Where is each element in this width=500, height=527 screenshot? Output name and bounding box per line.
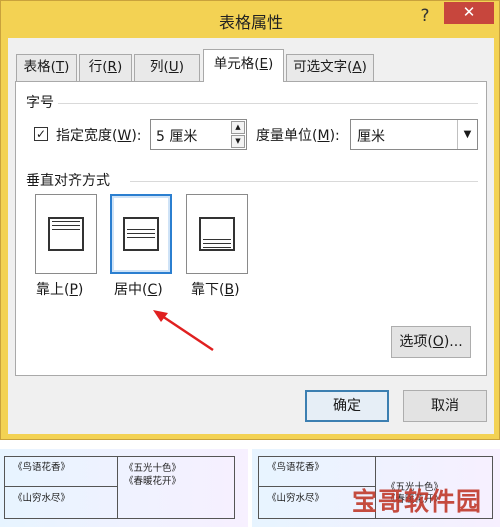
watermark-text: 宝哥软件园 [352, 487, 483, 516]
tab-row[interactable]: 行(R) [79, 54, 132, 81]
table-cell: 《山穷水尽》 [4, 486, 118, 519]
tab-alt-text[interactable]: 可选文字(A) [286, 54, 374, 81]
tab-column[interactable]: 列(U) [134, 54, 200, 81]
tab-cell-key: E [259, 56, 269, 72]
title-bar: 表格属性 ? ✕ [1, 1, 500, 38]
cell-text: 《鸟语花香》 [267, 462, 325, 473]
tab-table-key: T [55, 59, 65, 75]
options-text: 选项 [399, 334, 428, 350]
cancel-button[interactable]: 取消 [403, 390, 487, 422]
help-button[interactable]: ? [413, 5, 437, 27]
tab-column-label: 列 [150, 59, 164, 75]
cell-text: 《春暖花开》 [124, 476, 182, 487]
options-ellipsis: ... [449, 334, 463, 350]
table-properties-dialog: 表格属性 ? ✕ 表格(T) 行(R) 列(U) 单元格(E) 可选文字(A) … [0, 0, 500, 440]
watermark-logo: 宝哥软件园 [352, 482, 498, 522]
cell-text: 《鸟语花香》 [13, 462, 71, 473]
dialog-body: 表格(T) 行(R) 列(U) 单元格(E) 可选文字(A) 字号 ✓ 指定宽度… [8, 38, 494, 434]
ok-button[interactable]: 确定 [305, 390, 389, 422]
cell-text: 《五光十色》 [124, 463, 182, 474]
cell-tab-panel: 字号 ✓ 指定宽度(W): 5 厘米 ▲ ▼ 度量单位(M): 厘米 ▼ 垂直对… [15, 81, 487, 376]
cell-text: 《山穷水尽》 [267, 493, 325, 504]
tab-column-key: U [168, 59, 179, 75]
table-cell: 《五光十色》 《春暖花开》 [117, 456, 235, 519]
table-cell: 《鸟语花香》 [4, 456, 118, 487]
options-key: O [432, 334, 444, 350]
tab-row-key: R [107, 59, 117, 75]
tab-table-label: 表格 [23, 59, 51, 75]
tab-cell-label: 单元格 [213, 56, 255, 72]
close-button[interactable]: ✕ [444, 2, 494, 24]
doc-preview-left: 《鸟语花香》 《山穷水尽》 《五光十色》 《春暖花开》 [0, 449, 248, 527]
cell-text: 《山穷水尽》 [13, 493, 71, 504]
tab-alt-text-label: 可选文字 [293, 59, 348, 75]
tab-cell[interactable]: 单元格(E) [203, 49, 284, 82]
options-button[interactable]: 选项(O)... [391, 326, 471, 358]
tab-row-label: 行 [88, 59, 103, 75]
tab-alt-text-key: A [352, 59, 362, 75]
tab-table[interactable]: 表格(T) [16, 54, 77, 81]
